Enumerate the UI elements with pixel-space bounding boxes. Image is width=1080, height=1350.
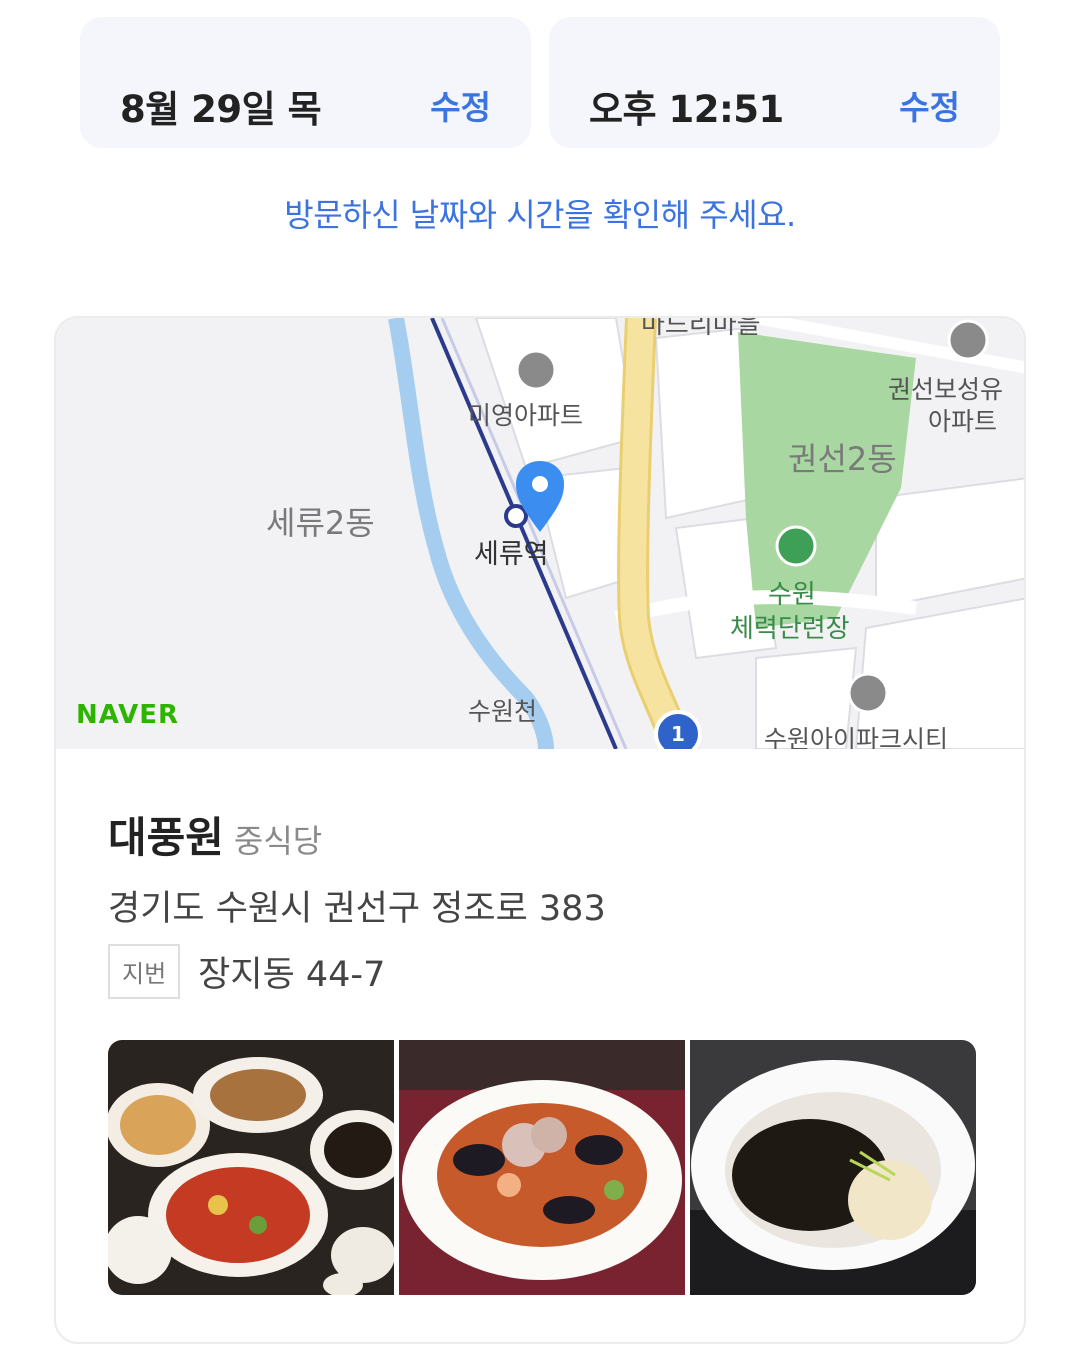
place-category: 중식당 (233, 822, 323, 860)
jibun-address: 장지동 44-7 (198, 955, 386, 995)
visit-confirm-notice: 방문하신 날짜와 시간을 확인해 주세요. (284, 196, 796, 234)
visit-date-value: 8월 29일 목 (120, 88, 322, 131)
map-label-top: 마드리마을 (641, 318, 761, 340)
place-card[interactable]: 마드리마을 미영아파트 세류2동 세류역 권선2동 권선보성유 아파트 수원 체… (54, 316, 1026, 1344)
route-number: 1 (671, 722, 685, 746)
map-label-gwonseon-apt-2: 아파트 (928, 407, 998, 436)
map-label-miyoung-apt: 미영아파트 (468, 401, 584, 430)
photo-banquet[interactable] (108, 1040, 394, 1295)
map-label-suwoncheon: 수원천 (468, 697, 538, 726)
map-label-gwonseon-apt-1: 권선보성유 (888, 375, 1004, 404)
visit-time-value: 오후 12:51 (589, 88, 784, 131)
date-field: 8월 29일 목 수정 (80, 17, 531, 148)
map-label-ipark: 수원아이파크시티 (764, 725, 949, 749)
map-view[interactable]: 마드리마을 미영아파트 세류2동 세류역 권선2동 권선보성유 아파트 수원 체… (56, 318, 1024, 749)
edit-time-button[interactable]: 수정 (899, 81, 960, 129)
place-name: 대풍원 (108, 813, 224, 862)
map-label-suwon: 수원 (768, 580, 816, 610)
photo-jjamppong[interactable] (399, 1040, 685, 1295)
jibun-badge: 지번 (108, 944, 181, 999)
photo-strip (108, 1040, 976, 1295)
map-label-gwonseon2dong: 권선2동 (788, 440, 897, 478)
edit-date-button[interactable]: 수정 (430, 81, 491, 129)
naver-logo: NAVER (76, 700, 180, 730)
place-address: 경기도 수원시 권선구 정조로 383 (108, 889, 606, 929)
photo-jjajangmyeon[interactable] (690, 1040, 976, 1295)
map-label-fitness: 체력단련장 (730, 614, 850, 644)
time-field: 오후 12:51 수정 (549, 17, 1000, 148)
jibun-address-row: 지번 장지동 44-7 (108, 944, 385, 999)
map-label-seryu2dong: 세류2동 (266, 504, 375, 542)
map-label-seryu-station: 세류역 (474, 539, 549, 570)
place-title: 대풍원 중식당 (108, 804, 322, 865)
